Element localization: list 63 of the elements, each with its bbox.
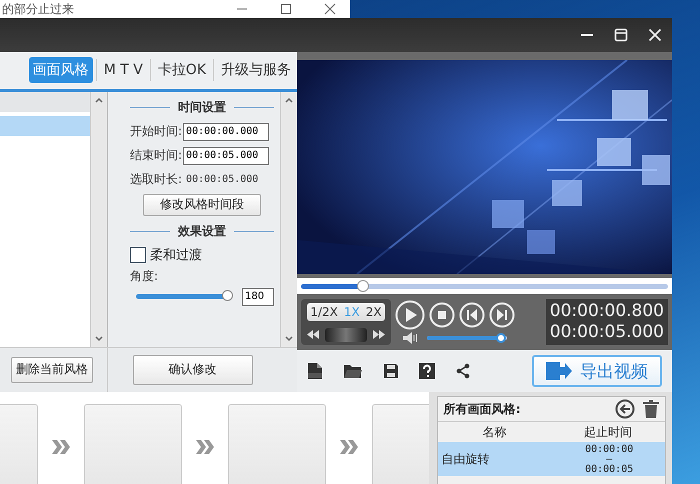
current-time: 00:00:00.800 (550, 301, 664, 322)
window-title: 的部分止过来 (1, 0, 74, 18)
fast-forward-icon[interactable] (373, 330, 385, 339)
duration-value: 00:00:05.000 (186, 174, 258, 186)
time-separator: — (606, 454, 612, 464)
start-time: 00:00:00 (585, 444, 634, 454)
edit-time-button[interactable]: 修改风格时间段 (143, 194, 261, 216)
column-header: 起止时间 (583, 424, 634, 440)
confirm-button[interactable]: 确认修改 (132, 354, 252, 385)
start-time-field[interactable]: 00:00:00.000 (183, 122, 270, 141)
stop-icon[interactable] (429, 302, 455, 328)
end-time: 00:00:05 (585, 464, 634, 474)
chevron-icon (196, 440, 214, 454)
previous-frame-icon[interactable] (459, 302, 485, 328)
list-row[interactable] (0, 92, 90, 112)
checkbox-label: 柔和过渡 (150, 246, 202, 264)
section-heading: 时间设置 (178, 99, 226, 116)
next-frame-icon[interactable] (489, 302, 515, 328)
save-icon[interactable] (383, 363, 399, 379)
checkbox[interactable] (130, 246, 146, 263)
start-time-label: 开始时间: (130, 123, 182, 140)
panel-title: 所有画面风格: (444, 400, 520, 418)
share-icon[interactable] (455, 363, 471, 379)
tab[interactable]: 升级与服务 (217, 57, 295, 84)
volume-icon[interactable] (403, 332, 419, 344)
scroll-down-icon[interactable] (94, 334, 104, 343)
thumbnail-slot[interactable] (84, 404, 182, 484)
volume-slider[interactable] (427, 336, 507, 340)
scrollbar[interactable] (90, 92, 107, 347)
chevron-icon (340, 440, 358, 454)
maximize-icon[interactable] (280, 3, 292, 15)
jog-wheel[interactable] (325, 328, 367, 342)
column-header: 名称 (482, 424, 508, 440)
folder-icon[interactable] (343, 363, 363, 379)
tab[interactable]: M T V (100, 58, 147, 82)
total-time: 00:00:05.000 (550, 322, 664, 343)
scroll-down-icon[interactable] (284, 334, 294, 343)
rewind-icon[interactable] (307, 330, 319, 339)
angle-label: 角度: (130, 268, 160, 285)
style-row[interactable]: 自由旋转 00:00:00 — 00:00:05 (438, 442, 665, 476)
end-time-label: 结束时间: (130, 147, 182, 164)
export-icon (546, 362, 572, 380)
angle-field[interactable]: 180 (242, 288, 274, 306)
close-icon[interactable] (324, 3, 336, 15)
chevron-icon (52, 440, 70, 454)
tab[interactable]: 卡拉OK (154, 57, 210, 84)
speed-option[interactable]: 1/2X (307, 302, 341, 320)
speed-option[interactable]: 2X (362, 302, 385, 320)
thumbnail-slot[interactable] (0, 404, 38, 484)
thumbnail-slot[interactable] (228, 404, 326, 484)
end-time-field[interactable]: 00:00:05.000 (183, 146, 270, 165)
trash-icon[interactable] (643, 400, 659, 418)
scroll-up-icon[interactable] (94, 96, 104, 104)
style-name: 自由旋转 (440, 450, 491, 468)
section-heading: 效果设置 (178, 223, 226, 240)
duration-label: 选取时长: (130, 171, 182, 188)
export-video-button[interactable]: 导出视频 (532, 355, 662, 387)
new-file-icon[interactable] (307, 362, 323, 380)
play-icon[interactable] (395, 300, 425, 330)
help-icon[interactable] (419, 363, 435, 379)
scroll-up-icon[interactable] (284, 96, 294, 104)
scrollbar[interactable] (280, 92, 297, 347)
delete-style-button[interactable]: 删除当前风格 (11, 356, 93, 383)
